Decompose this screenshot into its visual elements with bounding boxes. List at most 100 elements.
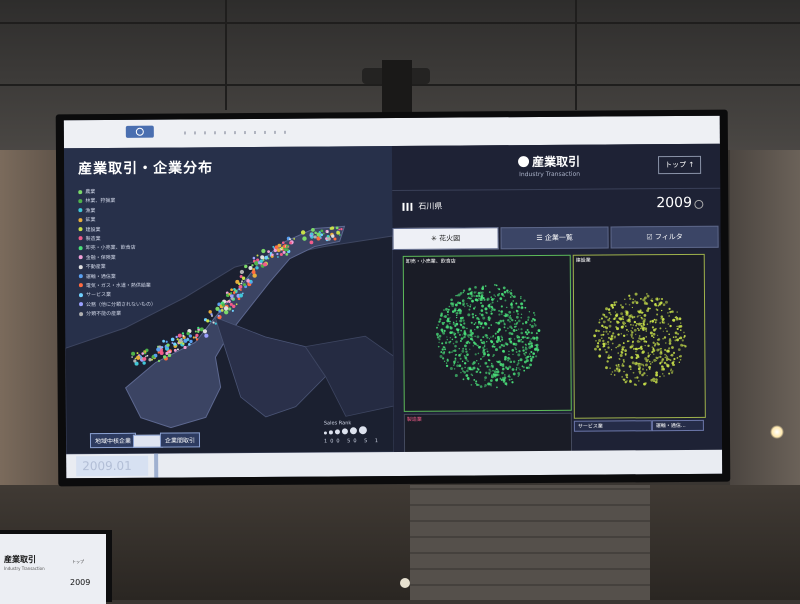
fireworks-tiles: 卸売・小売業、飲食店 建設業 製造業 サービス業 運輸・通信... — [402, 253, 720, 454]
legend-dot-icon — [79, 311, 84, 316]
tv-mount-pole — [382, 60, 412, 118]
legend-label: 分類不能の産業 — [86, 310, 122, 318]
title-text: 産業取引 — [532, 154, 581, 170]
tile-construction[interactable]: 建設業 — [572, 253, 706, 419]
legend-label: 製造業 — [85, 235, 101, 243]
industry-legend: 農業林業、狩猟業 漁業鉱業 建設業製造業卸売・小売業、飲食店 金融・保険業 不動産業運輸… — [78, 188, 156, 320]
tile-label: 製造業 — [406, 416, 422, 423]
sales-rank-dots — [323, 426, 381, 436]
rank-tick: 5 — [364, 438, 371, 445]
tile-manufacturing[interactable]: 製造業 — [403, 412, 573, 454]
search-button[interactable] — [125, 125, 154, 138]
second-year: 2009 — [70, 578, 91, 587]
light-bulb — [400, 578, 410, 588]
rank-tick: 50 — [347, 438, 360, 445]
legend-dot-icon — [78, 283, 83, 288]
top-bar-ticks — [183, 130, 294, 135]
legend-label: 金融・保険業 — [85, 254, 116, 261]
legend-dot-icon — [78, 274, 83, 279]
legend-dot-icon — [78, 292, 83, 297]
stone-wall — [410, 485, 650, 600]
legend-item[interactable]: 漁業 — [78, 206, 155, 216]
legend-item[interactable]: 不動産業 — [78, 263, 156, 273]
legend-label: サービス業 — [85, 292, 112, 299]
panel-header: 産業取引 Industry Transaction トップ ↑ — [392, 144, 720, 190]
rank-tick: 100 — [323, 438, 343, 445]
legend-label: 農業 — [85, 189, 96, 196]
legend-label: 電気・ガス・水道・熱供給業 — [85, 282, 151, 290]
legend-label: 林業、狩猟業 — [85, 198, 116, 205]
legend-item[interactable]: 電気・ガス・水道・熱供給業 — [78, 282, 156, 292]
tile-services[interactable]: サービス業 — [573, 420, 652, 432]
tab-company-list[interactable]: ☰ 企業一覧 — [500, 226, 609, 250]
panel-subtitle: Industry Transaction — [519, 170, 581, 179]
legend-label: 不動産業 — [85, 264, 106, 271]
bar-chart-icon — [402, 202, 413, 211]
inter-company-button[interactable]: 企業間取引 — [159, 432, 201, 448]
rank-tick: 1 — [374, 438, 382, 445]
transaction-panel: 産業取引 Industry Transaction トップ ↑ 石川県 2009… — [391, 143, 723, 454]
legend-label: 卸売・小売業、飲食店 — [85, 245, 136, 252]
toggle-switch[interactable] — [132, 434, 164, 448]
dashboard-screen: 産業取引・企業分布 農業 林業、狩猟業 漁業 鉱業 建設業 製造業 卸売・小売業、飲食店 金融… — [63, 115, 723, 479]
second-screen: 産業取引 Industry Transaction トップ 2009 — [0, 534, 106, 604]
year-info-icon[interactable] — [694, 199, 704, 209]
view-tabs: ✳ 花火図 ☰ 企業一覧 ☑ フィルタ — [392, 225, 721, 251]
legend-item[interactable]: 金融・保険業 — [78, 253, 156, 263]
timeline-bar[interactable]: 2009.01 — [66, 449, 723, 479]
legend-label: 公務（他に分類されないもの） — [86, 301, 157, 308]
legend-label: 漁業 — [85, 207, 96, 214]
ceiling-seam — [575, 0, 577, 110]
legend-item[interactable]: 農業 — [78, 188, 155, 198]
legend-item[interactable]: 卸売・小売業、飲食店 — [78, 244, 156, 254]
fireworks-ball — [593, 292, 687, 386]
panel-title: 産業取引 — [518, 153, 580, 170]
legend-item[interactable]: 分類不能の産業 — [79, 310, 156, 320]
legend-item[interactable]: 公務（他に分類されないもの） — [79, 300, 156, 310]
top-button[interactable]: トップ ↑ — [658, 155, 702, 175]
tab-filter[interactable]: ☑ フィルタ — [610, 225, 719, 249]
second-display: 産業取引 Industry Transaction トップ 2009 — [0, 530, 112, 604]
legend-item[interactable]: 運輸・通信業 — [78, 272, 156, 282]
map-panel: 産業取引・企業分布 農業林業、狩猟業 漁業鉱業 建設業製造業卸売・小売業、飲食店 金融… — [63, 146, 395, 455]
legend-item[interactable]: 鉱業 — [78, 216, 155, 226]
ceiling-seam — [225, 0, 227, 110]
legend-dot-icon — [78, 189, 83, 194]
panel-title: 産業取引・企業分布 — [78, 160, 214, 178]
prefecture-row: 石川県 2009 — [392, 187, 721, 222]
timeline-divider — [154, 453, 159, 478]
legend-item[interactable]: 建設業 — [78, 225, 155, 235]
industry-icon — [518, 156, 530, 168]
legend-dot-icon — [78, 264, 83, 269]
prefecture-name: 石川県 — [418, 201, 443, 211]
tile-transport[interactable]: 運輸・通信... — [651, 419, 704, 432]
ceiling-seam — [0, 22, 800, 24]
legend-item[interactable]: 林業、狩猟業 — [78, 197, 155, 207]
second-subtitle: Industry Transaction — [4, 566, 45, 571]
spotlight — [770, 425, 784, 439]
legend-dot-icon — [78, 227, 83, 232]
legend-dot-icon — [78, 255, 83, 260]
fireworks-ball — [436, 283, 541, 389]
legend-label: 運輸・通信業 — [85, 273, 116, 280]
legend-dot-icon — [78, 208, 83, 213]
legend-dot-icon — [78, 199, 83, 204]
sales-rank-scale: Sales Rank 100 50 5 1 — [324, 420, 381, 444]
tv-display: 産業取引・企業分布 農業 林業、狩猟業 漁業 鉱業 建設業 製造業 卸売・小売業、飲食店 金融… — [55, 109, 731, 487]
legend-dot-icon — [78, 217, 83, 222]
legend-dot-icon — [78, 236, 83, 241]
legend-item[interactable]: 製造業 — [78, 235, 156, 245]
regional-core-button[interactable]: 地域中核企業 — [89, 432, 137, 449]
second-top-button: トップ — [72, 559, 84, 564]
tile-wholesale-retail[interactable]: 卸売・小売業、飲食店 — [402, 254, 572, 412]
legend-dot-icon — [79, 302, 84, 307]
tile-label: 卸売・小売業、飲食店 — [405, 258, 456, 265]
legend-item[interactable]: サービス業 — [78, 291, 156, 301]
sales-rank-ticks: 100 50 5 1 — [324, 438, 381, 444]
legend-dot-icon — [78, 246, 83, 251]
tab-fireworks[interactable]: ✳ 花火図 — [392, 227, 499, 251]
timeline-year: 2009.01 — [82, 458, 132, 474]
year-display: 2009 — [656, 194, 693, 212]
legend-label: 建設業 — [85, 226, 101, 233]
tile-label: 建設業 — [575, 257, 591, 264]
